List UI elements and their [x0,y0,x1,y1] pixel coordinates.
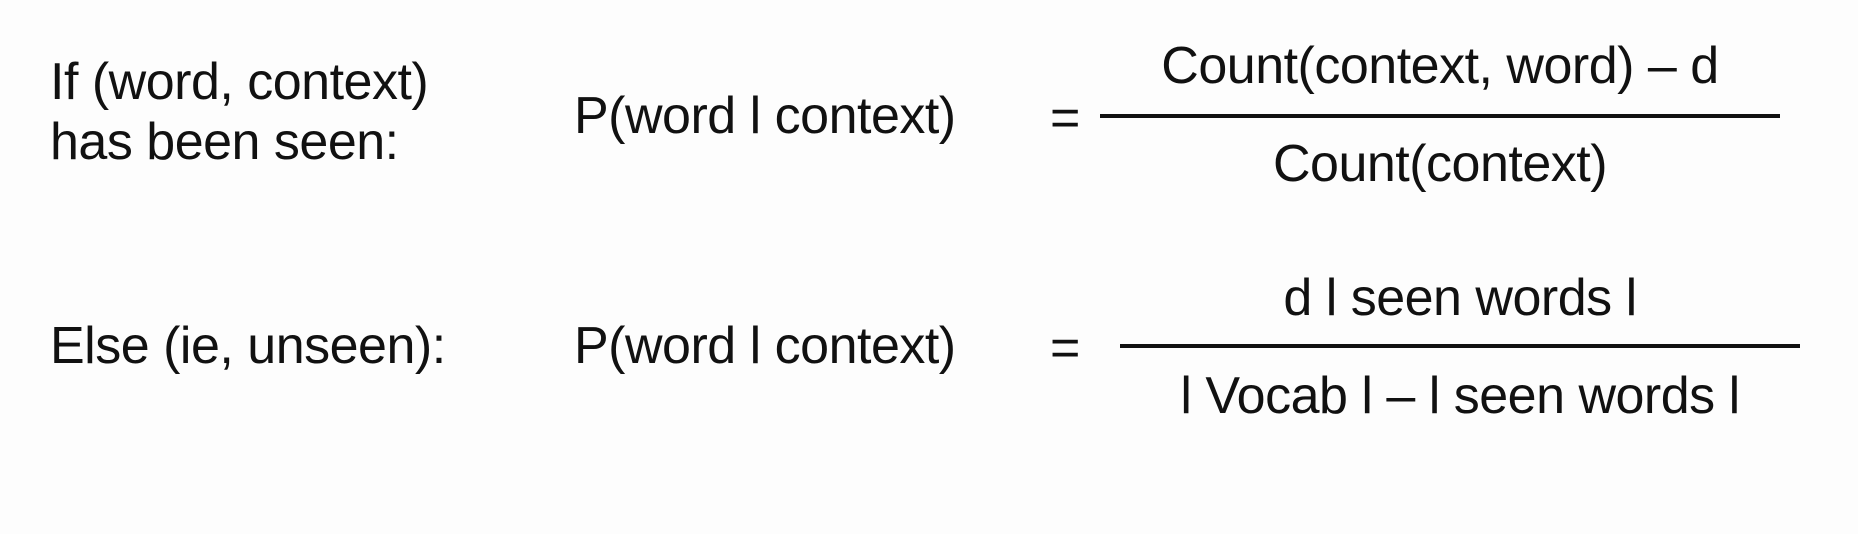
seen-fraction-denominator: Count(context) [1272,135,1608,193]
seen-condition-label: If (word, context) has been seen: [50,52,429,172]
unseen-equals-sign: = [1050,319,1080,377]
unseen-fraction-bar [1120,344,1800,348]
unseen-condition-label: Else (ie, unseen): [50,317,446,375]
unseen-fraction-numerator: d l seen words l [1283,269,1637,327]
unseen-fraction-denominator: l Vocab l – l seen words l [1180,367,1740,425]
seen-fraction-bar [1100,114,1780,118]
seen-probability-lhs: P(word l context) [574,87,956,145]
seen-fraction-numerator: Count(context, word) – d [1161,37,1719,95]
formula-slide: If (word, context) has been seen: P(word… [0,0,1858,534]
seen-condition-line1: If (word, context) [50,53,429,111]
unseen-probability-lhs: P(word l context) [574,317,956,375]
seen-condition-line2: has been seen: [50,113,399,171]
seen-equals-sign: = [1050,89,1080,147]
